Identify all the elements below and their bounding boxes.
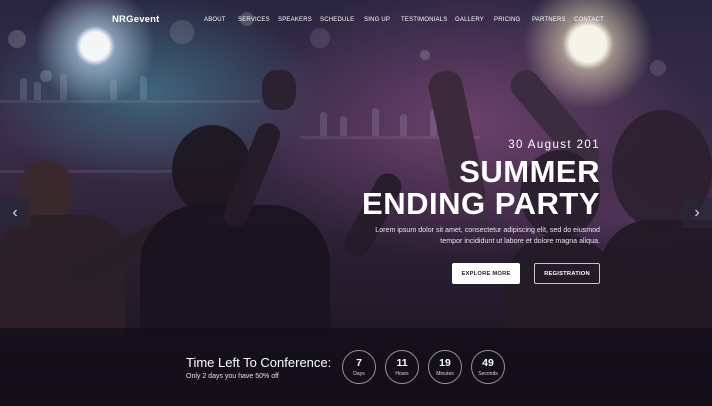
countdown-minutes-label: Minutes <box>436 371 454 377</box>
countdown-seconds-label: Seconds <box>478 371 498 377</box>
nav-gallery[interactable]: GALLERY <box>455 17 494 23</box>
main-menu: ABOUT SERVICES SPEAKERS SCHEDULE SING UP… <box>204 17 610 23</box>
hero-title-line-2: ENDING PARTY <box>362 186 600 221</box>
countdown-seconds-value: 49 <box>482 357 494 369</box>
nav-contact[interactable]: CONTACT <box>574 17 610 23</box>
chevron-left-icon: ‹ <box>12 204 18 221</box>
brand-logo[interactable]: NRGevent <box>112 14 160 25</box>
slider-next-button[interactable]: › <box>682 198 712 228</box>
nav-services[interactable]: SERVICES <box>238 17 278 23</box>
countdown-hours-value: 11 <box>396 357 408 369</box>
nav-pricing[interactable]: PRICING <box>494 17 532 23</box>
nav-partners[interactable]: PARTNERS <box>532 17 574 23</box>
chevron-right-icon: › <box>694 204 700 221</box>
nav-speakers[interactable]: SPEAKERS <box>278 17 320 23</box>
hero-title-line-1: SUMMER <box>459 154 600 189</box>
explore-more-button[interactable]: EXPLORE MORE <box>452 263 520 284</box>
countdown-days-label: Days <box>353 371 365 377</box>
hero-title: SUMMER ENDING PARTY <box>362 156 600 220</box>
nav-testimonials[interactable]: TESTIMONIALS <box>401 17 455 23</box>
countdown-seconds: 49 Seconds <box>471 350 505 384</box>
countdown-days: 7 Days <box>342 350 376 384</box>
slider-prev-button[interactable]: ‹ <box>0 198 30 228</box>
top-navigation: NRGevent ABOUT SERVICES SPEAKERS SCHEDUL… <box>0 0 712 40</box>
hero-description-line-2: tempor incididunt ut labore et dolore ma… <box>440 236 600 245</box>
event-date: 30 August 201 <box>508 139 600 151</box>
countdown-title: Time Left To Conference: <box>186 355 332 370</box>
countdown-minutes-value: 19 <box>439 357 451 369</box>
registration-button[interactable]: REGISTRATION <box>534 263 600 284</box>
nav-about[interactable]: ABOUT <box>204 17 238 23</box>
nav-schedule[interactable]: SCHEDULE <box>320 17 364 23</box>
nav-sign-up[interactable]: SING UP <box>364 17 401 23</box>
countdown-subtitle: Only 2 days you have 50% off <box>186 373 279 380</box>
hero-description: Lorem ipsum dolor sit amet, consectetur … <box>350 225 600 247</box>
countdown-hours: 11 Hours <box>385 350 419 384</box>
countdown-days-value: 7 <box>356 357 362 369</box>
countdown-minutes: 19 Minutes <box>428 350 462 384</box>
countdown-hours-label: Hours <box>395 371 409 377</box>
hero-description-line-1: Lorem ipsum dolor sit amet, consectetur … <box>375 226 600 234</box>
